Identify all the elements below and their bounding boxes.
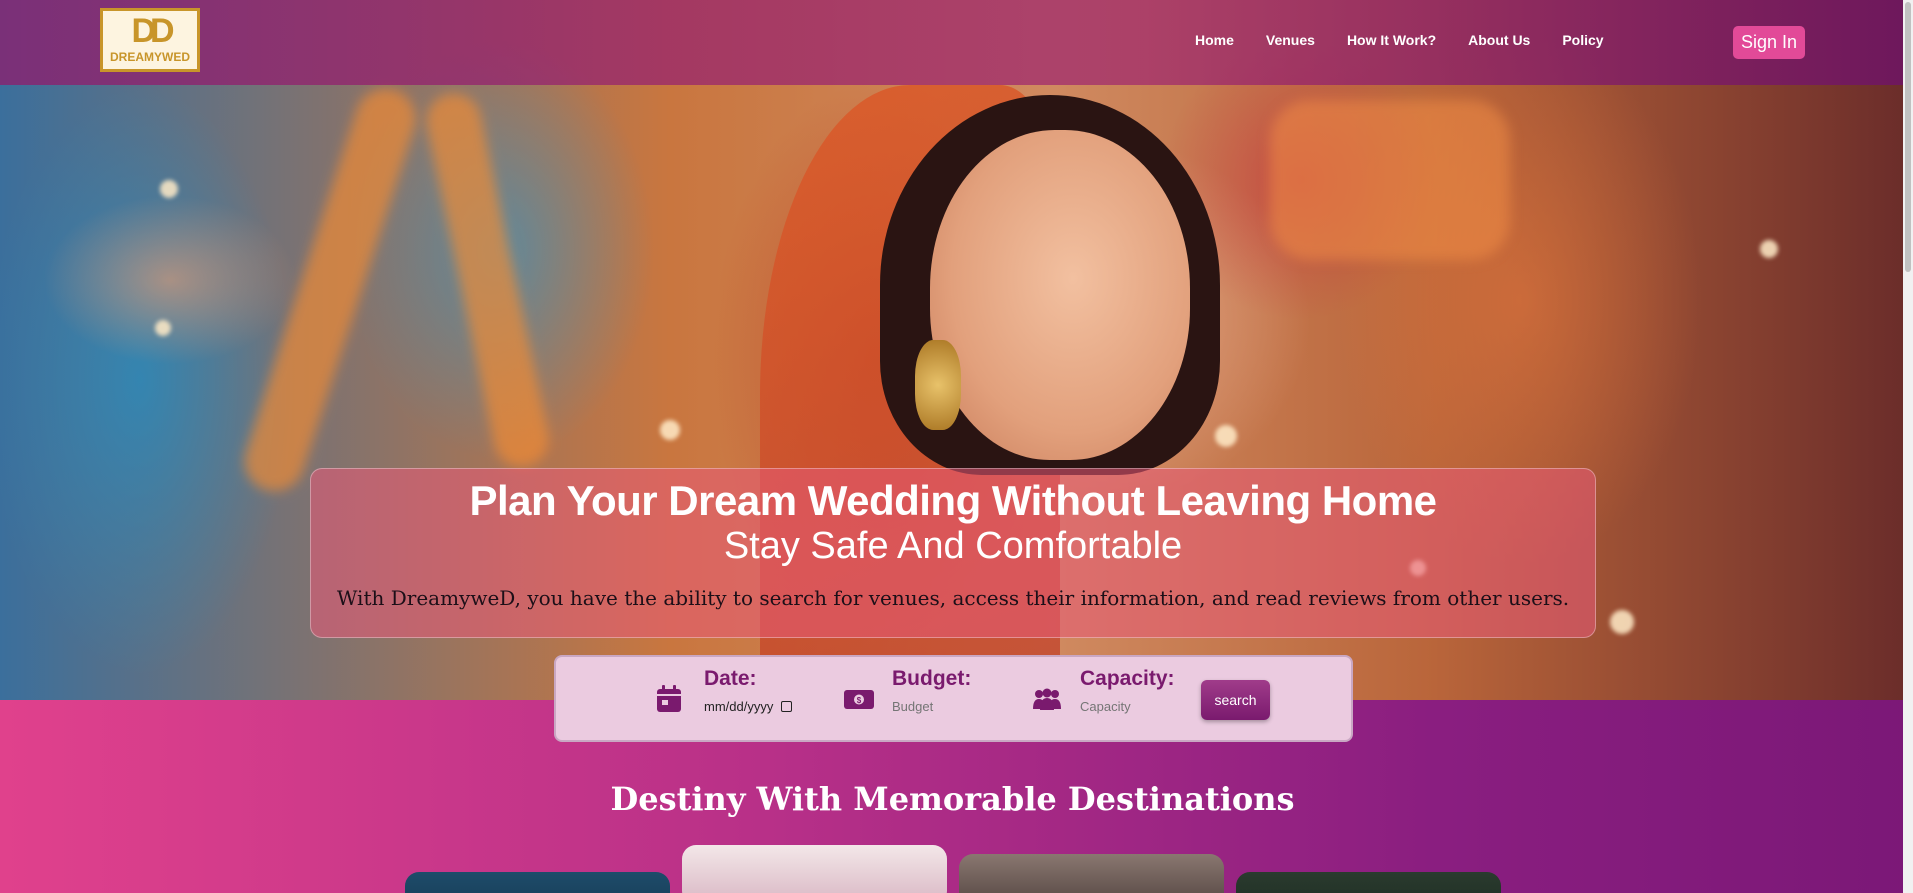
search-button[interactable]: search (1201, 680, 1270, 720)
budget-label: Budget: (892, 667, 972, 690)
destination-card[interactable] (682, 845, 947, 893)
logo-mark: DD (131, 12, 174, 50)
svg-text:$: $ (857, 696, 862, 705)
bokeh-light (1610, 610, 1634, 634)
destination-card[interactable] (959, 854, 1224, 893)
dreamywed-logo[interactable]: DD DREAMYWED (100, 8, 200, 72)
bokeh-light (660, 420, 680, 440)
capacity-field: Capacity: (1080, 667, 1190, 716)
hero-description: With DreamyweD, you have the ability to … (336, 586, 1570, 610)
nav-link-venues[interactable]: Venues (1266, 32, 1315, 48)
venue-search-box: Date: mm/dd/yyyy $ Budget: Capacity: sea… (554, 655, 1353, 742)
bokeh-light (155, 320, 171, 336)
capacity-label: Capacity: (1080, 667, 1175, 690)
page-scrollbar-thumb[interactable] (1905, 2, 1911, 272)
destination-card[interactable] (1236, 872, 1501, 893)
nav-links: Home Venues How It Work? About Us Policy (1195, 32, 1604, 48)
decorative-drape (236, 81, 424, 499)
bokeh-light (1760, 240, 1778, 258)
calendar-picker-icon[interactable] (780, 701, 792, 712)
hero-subtitle: Stay Safe And Comfortable (723, 525, 1183, 567)
money-icon: $ (844, 687, 874, 716)
decorative-drape (1270, 100, 1510, 260)
nav-link-about-us[interactable]: About Us (1468, 32, 1530, 48)
nav-link-home[interactable]: Home (1195, 32, 1234, 48)
hero-title: Plan Your Dream Wedding Without Leaving … (469, 477, 1437, 524)
budget-input[interactable] (892, 699, 1002, 714)
top-navbar: DD DREAMYWED Home Venues How It Work? Ab… (0, 0, 1913, 85)
logo-text: DREAMYWED (110, 50, 190, 64)
date-field: Date: mm/dd/yyyy (704, 667, 814, 714)
bokeh-light (1215, 425, 1237, 447)
decorative-drape (421, 88, 554, 472)
budget-field: Budget: (892, 667, 1002, 716)
date-input-value: mm/dd/yyyy (704, 699, 774, 714)
destination-card[interactable] (405, 872, 670, 893)
nav-link-how-it-works[interactable]: How It Work? (1347, 32, 1436, 48)
destinations-title: Destiny With Memorable Destinations (610, 780, 1295, 818)
hero-text-card: Plan Your Dream Wedding Without Leaving … (310, 468, 1596, 638)
date-label: Date: (704, 667, 757, 690)
nav-link-policy[interactable]: Policy (1562, 32, 1603, 48)
bokeh-light (160, 180, 178, 198)
capacity-input[interactable] (1080, 699, 1190, 714)
bride-earring (915, 340, 961, 430)
people-icon (1032, 687, 1062, 716)
calendar-icon (656, 685, 682, 718)
bride-face (930, 130, 1190, 460)
date-input[interactable]: mm/dd/yyyy (704, 699, 814, 714)
sign-in-button[interactable]: Sign In (1733, 26, 1805, 59)
